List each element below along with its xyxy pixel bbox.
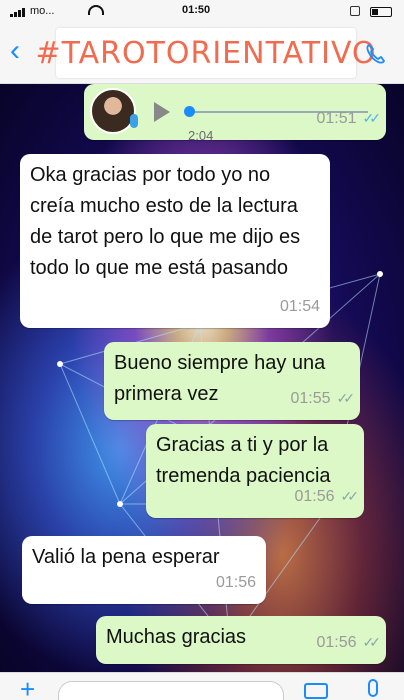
chat-header: ‹ #TAROTORIENTATIVO bbox=[0, 22, 404, 84]
camera-icon[interactable] bbox=[304, 683, 328, 699]
wifi-icon bbox=[88, 5, 104, 15]
message-time: 01:56 bbox=[294, 488, 335, 505]
avatar bbox=[90, 88, 136, 134]
message-input[interactable] bbox=[58, 681, 284, 700]
message-meta: 01:56 ✓✓ bbox=[316, 627, 382, 658]
message-bubble-incoming[interactable]: Valió la pena esperar 01:56 bbox=[22, 536, 266, 604]
message-bubble-outgoing[interactable]: Muchas gracias 01:56 ✓✓ bbox=[96, 616, 386, 664]
status-bar: mo... 01:50 bbox=[0, 0, 404, 22]
carrier-label: mo... bbox=[30, 5, 55, 17]
message-time: 01:56 bbox=[215, 574, 256, 591]
voice-message[interactable]: 2:04 01:51 ✓✓ bbox=[84, 84, 386, 143]
message-meta: 01:56 ✓✓ bbox=[294, 481, 360, 512]
plus-icon[interactable]: + bbox=[20, 676, 35, 700]
contact-title: #TAROTORIENTATIVO bbox=[35, 35, 377, 71]
message-text: Oka gracias por todo yo no creía mucho e… bbox=[30, 164, 301, 279]
message-bubble-outgoing[interactable]: Bueno siempre hay una primera vez 01:55 … bbox=[104, 342, 360, 420]
message-bubble-outgoing[interactable]: Gracias a ti y por la tremenda paciencia… bbox=[146, 424, 364, 518]
signal-icon bbox=[10, 8, 25, 17]
message-time: 01:54 bbox=[279, 298, 320, 315]
contact-title-box[interactable]: #TAROTORIENTATIVO bbox=[35, 28, 376, 78]
message-meta: 01:55 ✓✓ bbox=[290, 383, 356, 414]
back-icon[interactable]: ‹ bbox=[10, 36, 20, 66]
battery-icon bbox=[370, 7, 392, 17]
message-meta: 01:54 bbox=[280, 291, 320, 322]
microphone-icon[interactable] bbox=[368, 679, 378, 697]
message-meta: 01:51 ✓✓ bbox=[316, 103, 382, 134]
message-bubble-incoming[interactable]: Oka gracias por todo yo no creía mucho e… bbox=[20, 154, 330, 328]
delivered-receipt-icon: ✓✓ bbox=[362, 634, 382, 650]
delivered-receipt-icon: ✓✓ bbox=[336, 390, 356, 406]
status-time: 01:50 bbox=[182, 4, 211, 16]
chat-area[interactable]: 2:04 01:51 ✓✓ Oka gracias por todo yo no… bbox=[0, 84, 404, 672]
play-icon[interactable] bbox=[154, 102, 170, 122]
input-bar: + bbox=[0, 672, 404, 700]
message-time: 01:55 bbox=[290, 390, 331, 407]
message-time: 01:51 bbox=[316, 110, 357, 127]
audio-progress-knob[interactable] bbox=[184, 106, 195, 117]
rotation-lock-icon bbox=[350, 6, 360, 16]
read-receipt-icon: ✓✓ bbox=[362, 110, 382, 126]
message-time: 01:56 bbox=[316, 634, 357, 651]
microphone-icon bbox=[130, 114, 138, 128]
voice-duration: 2:04 bbox=[188, 128, 214, 143]
message-meta: 01:56 bbox=[216, 567, 256, 598]
delivered-receipt-icon: ✓✓ bbox=[340, 488, 360, 504]
phone-icon[interactable] bbox=[364, 42, 388, 66]
